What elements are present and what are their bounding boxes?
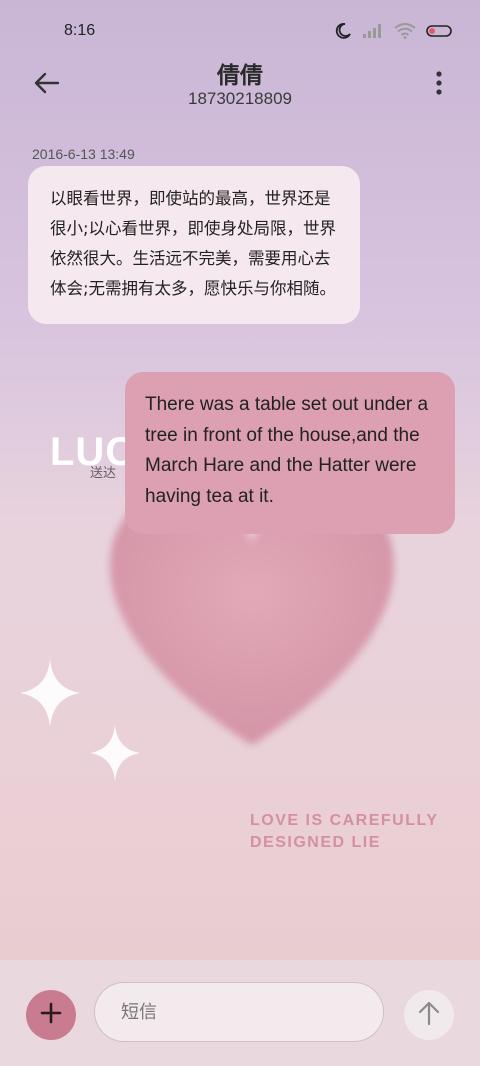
outgoing-message-bubble[interactable]: There was a table set out under a tree i… [125, 372, 455, 534]
contact-name: 倩倩 [217, 62, 263, 88]
message-timestamp: 2016-6-13 13:49 [32, 146, 135, 162]
wallpaper-tagline: LOVE IS CAREFULLY DESIGNED LIE [250, 810, 438, 854]
battery-icon [426, 24, 454, 38]
contact-number: 18730218809 [187, 89, 292, 108]
conversation-header: 倩倩 18730218809 [0, 56, 480, 126]
status-time: 8:16 [64, 22, 96, 39]
incoming-message-bubble[interactable]: 以眼看世界，即使站的最高，世界还是很小;以心看世界，即使身处局限，世界依然很大。… [28, 166, 360, 324]
tagline-line-1: LOVE IS CAREFULLY [250, 812, 439, 829]
status-icons [334, 22, 454, 40]
message-input[interactable] [94, 982, 384, 1042]
wifi-icon [394, 23, 416, 39]
moon-icon [334, 22, 352, 40]
sparkle-icon [20, 658, 80, 728]
plus-icon [39, 1001, 63, 1030]
composer-bar [0, 960, 480, 1066]
send-button[interactable] [404, 990, 454, 1040]
status-bar: 8:16 [0, 0, 480, 60]
send-arrow-icon [417, 1000, 441, 1031]
signal-icon [362, 23, 384, 39]
more-vertical-icon[interactable] [434, 70, 444, 98]
sparkle-icon [90, 724, 140, 782]
tagline-line-2: DESIGNED LIE [250, 834, 381, 851]
add-attachment-button[interactable] [26, 990, 76, 1040]
